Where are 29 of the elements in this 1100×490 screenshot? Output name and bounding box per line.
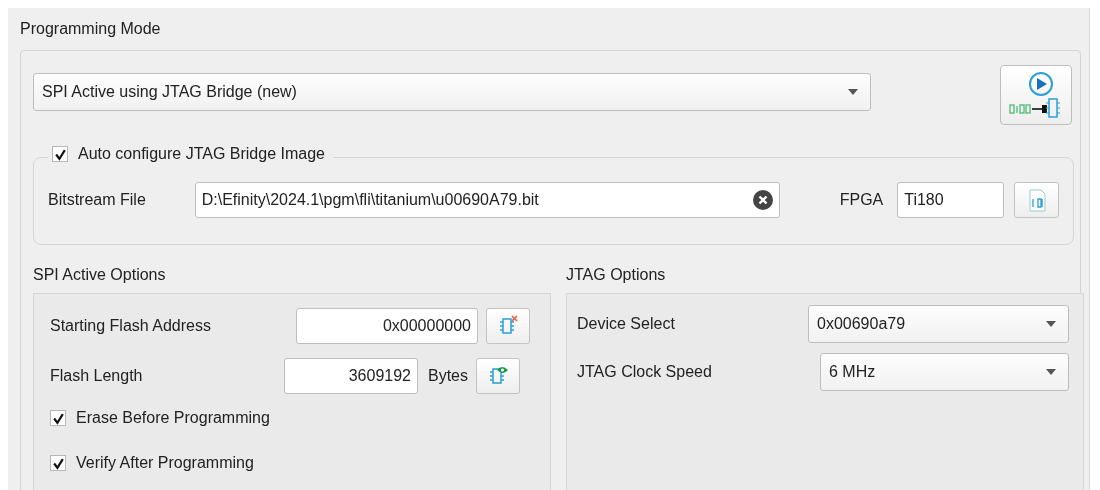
checkbox[interactable] (52, 146, 68, 162)
clear-icon[interactable] (752, 190, 773, 210)
field-label: Flash Length (50, 367, 144, 385)
field-label: Bitstream File (48, 191, 147, 209)
field-label: JTAG Clock Speed (577, 363, 713, 381)
option-dropdown[interactable]: 0x00690a79 (808, 305, 1069, 343)
checkbox-label: Verify After Programming (76, 454, 254, 472)
start-address-field[interactable]: 0x00000000 (296, 308, 478, 344)
flash-length-field[interactable]: 3609192 (284, 358, 418, 394)
dropdown-arrow-icon (1046, 321, 1056, 327)
checkbox-label: Erase Before Programming (76, 409, 270, 427)
section-title: Programming Mode (20, 20, 162, 39)
checkbox-label: Auto configure JTAG Bridge Image (78, 145, 325, 163)
mode-dropdown[interactable]: SPI Active using JTAG Bridge (new) (33, 73, 871, 111)
dropdown-arrow-icon (848, 89, 858, 95)
option-dropdown[interactable]: 6 MHz (819, 353, 1069, 391)
dropdown-arrow-icon (1046, 369, 1056, 375)
checkbox[interactable] (50, 410, 66, 426)
field-label: Starting Flash Address (50, 317, 212, 335)
program-button[interactable] (1000, 65, 1072, 125)
field-label: FPGA (839, 191, 885, 209)
checkbox[interactable] (50, 455, 66, 471)
bitstream-file-field[interactable]: D:\Efinity\2024.1\pgm\fli\titanium\u00690A79.bit (194, 182, 780, 218)
unit-label: Bytes (428, 367, 468, 385)
section-title: SPI Active Options (33, 265, 167, 285)
section-title: JTAG Options (566, 265, 667, 285)
fpga-field[interactable]: Ti180 (897, 182, 1005, 218)
view-chip-button[interactable] (476, 358, 520, 394)
field-label: Device Select (577, 315, 676, 333)
